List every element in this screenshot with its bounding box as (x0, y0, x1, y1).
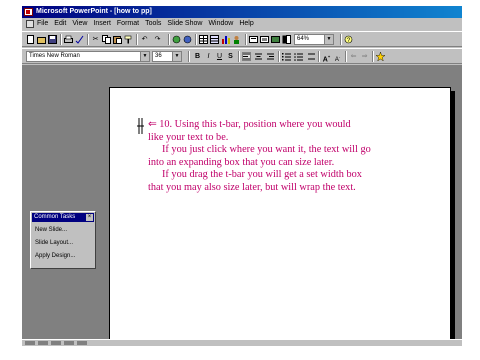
redo-icon[interactable]: ↷ (153, 35, 162, 44)
font-size-dropdown-arrow-icon[interactable]: ▼ (172, 52, 181, 61)
slide-paragraph: If you just click where you want it, the… (148, 144, 448, 169)
promote-icon[interactable]: ⇐ (349, 52, 358, 61)
title-bar[interactable]: Microsoft PowerPoint - [how to pp] (22, 6, 462, 18)
slide-layout-icon[interactable] (260, 35, 269, 44)
apply-design-button[interactable]: Apply Design... (35, 252, 93, 260)
window-title: Microsoft PowerPoint - [how to pp] (36, 8, 152, 15)
office-assistant-icon[interactable]: ? (344, 35, 353, 44)
hyperlink-icon[interactable] (172, 35, 181, 44)
paragraph-spacing-icon[interactable] (306, 52, 315, 61)
menu-slide-show[interactable]: Slide Show (167, 18, 202, 30)
menu-window[interactable]: Window (208, 18, 233, 30)
status-bar (22, 339, 462, 346)
t-bar-cursor-icon (137, 118, 144, 134)
slide-text-line: like your text to be. (148, 131, 229, 143)
menu-edit[interactable]: Edit (54, 18, 66, 30)
zoom-combo[interactable]: 64% ▼ (294, 34, 334, 45)
format-painter-icon[interactable] (124, 35, 133, 44)
slide-body-text[interactable]: ⇐ 10. Using this t-bar, position where y… (148, 119, 448, 195)
demote-icon[interactable]: ⇒ (360, 52, 369, 61)
slide-layout-button[interactable]: Slide Layout... (35, 239, 93, 247)
menu-tools[interactable]: Tools (145, 18, 161, 30)
zoom-dropdown-arrow-icon[interactable]: ▼ (324, 35, 333, 44)
insert-word-table-icon[interactable] (210, 35, 219, 44)
new-slide-icon[interactable] (249, 35, 258, 44)
powerpoint-window: Microsoft PowerPoint - [how to pp] File … (22, 6, 462, 346)
shadow-icon[interactable]: S (226, 52, 235, 61)
document-icon[interactable] (26, 20, 34, 28)
slide-paragraph: If you drag the t-bar you will get a set… (148, 169, 448, 194)
zoom-value: 64% (297, 36, 310, 42)
slide-text-line: If you drag the t-bar you will get a set… (162, 169, 362, 181)
spelling-icon[interactable] (75, 35, 84, 44)
bold-icon[interactable]: B (193, 52, 202, 61)
common-tasks-title-bar[interactable]: Common Tasks × (32, 213, 94, 222)
menu-file[interactable]: File (37, 18, 48, 30)
align-left-icon[interactable] (242, 52, 251, 61)
print-icon[interactable] (64, 35, 73, 44)
menu-format[interactable]: Format (117, 18, 139, 30)
save-icon[interactable] (48, 35, 57, 44)
decrease-font-size-icon[interactable]: A- (333, 52, 342, 63)
slide-paragraph: ⇐ 10. Using this t-bar, position where y… (148, 119, 448, 144)
slide-text-line: If you just click where you want it, the… (162, 144, 371, 156)
apply-design-icon[interactable] (271, 35, 280, 44)
numbering-icon[interactable] (282, 52, 291, 61)
new-icon[interactable] (26, 35, 35, 44)
slide-text-line: into an expanding box that you can size … (148, 156, 335, 168)
powerpoint-app-icon[interactable] (24, 8, 33, 16)
font-size-value: 36 (155, 53, 162, 59)
close-icon[interactable]: × (86, 214, 93, 221)
align-center-icon[interactable] (254, 52, 263, 61)
italic-icon[interactable]: I (204, 52, 213, 61)
menu-bar: File Edit View Insert Format Tools Slide… (22, 18, 462, 30)
animation-effects-icon[interactable] (375, 51, 386, 62)
menu-insert[interactable]: Insert (93, 18, 111, 30)
common-tasks-title: Common Tasks (34, 214, 76, 220)
bullets-icon[interactable] (294, 52, 303, 61)
insert-clip-art-icon[interactable] (232, 35, 241, 44)
common-tasks-toolbar: Common Tasks × New Slide... Slide Layout… (30, 211, 96, 269)
standard-toolbar: ✂ ↶ ↷ 64% ▼ ? (22, 31, 462, 47)
formatting-toolbar: Times New Roman ▼ 36 ▼ B I U S A+ A- ⇐ ⇒ (22, 48, 462, 64)
copy-icon[interactable] (102, 35, 111, 44)
insert-table-icon[interactable] (199, 35, 208, 44)
font-name-dropdown-arrow-icon[interactable]: ▼ (140, 52, 149, 61)
font-name-combo[interactable]: Times New Roman ▼ (26, 51, 150, 62)
grayscale-preview-icon[interactable] (282, 35, 291, 44)
open-icon[interactable] (37, 35, 46, 44)
undo-icon[interactable]: ↶ (140, 35, 149, 44)
align-right-icon[interactable] (266, 52, 275, 61)
underline-icon[interactable]: U (215, 52, 224, 61)
font-size-combo[interactable]: 36 ▼ (152, 51, 182, 62)
font-name-value: Times New Roman (29, 53, 80, 59)
menu-view[interactable]: View (72, 18, 87, 30)
slide-workspace: ⇐ 10. Using this t-bar, position where y… (22, 65, 462, 346)
insert-chart-icon[interactable] (221, 35, 230, 44)
increase-font-size-icon[interactable]: A+ (322, 52, 331, 63)
web-toolbar-icon[interactable] (183, 35, 192, 44)
new-slide-button[interactable]: New Slide... (35, 226, 93, 234)
menu-help[interactable]: Help (239, 18, 253, 30)
slide-text-line: ⇐ 10. Using this t-bar, position where y… (148, 119, 351, 130)
paste-icon[interactable] (113, 35, 122, 44)
slide-text-line: that you may also size later, but will w… (148, 181, 356, 193)
cut-icon[interactable]: ✂ (91, 35, 100, 44)
